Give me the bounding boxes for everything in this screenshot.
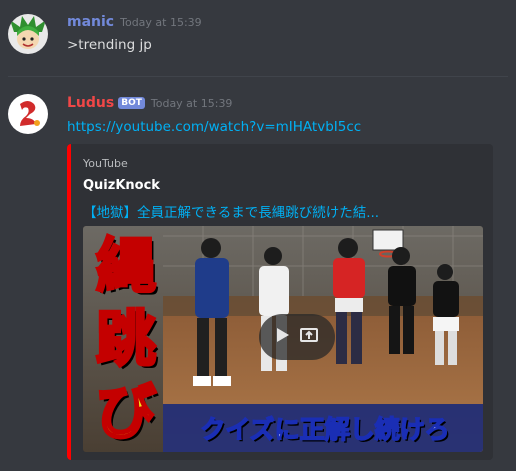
bot-badge: BOT	[118, 97, 145, 109]
message-manic: manic Today at 15:39 >trending jp	[0, 0, 516, 76]
username-text[interactable]: Ludus	[67, 95, 114, 111]
username[interactable]: Ludus BOT Today at 15:39	[67, 95, 232, 111]
message-link-line: https://youtube.com/watch?v=mIHAtvbI5cc	[67, 119, 361, 135]
side-char-2: 跳	[95, 304, 158, 377]
thumbnail-side-text: 縄 跳 び	[89, 231, 163, 450]
username[interactable]: manic Today at 15:39	[67, 14, 202, 30]
embed-title[interactable]: 【地獄】全員正解できるまで長縄跳び続けた結...	[83, 201, 483, 221]
side-char-3: び	[95, 377, 158, 450]
video-thumbnail[interactable]: 縄 跳 び クイズに正解し続けろ	[83, 226, 483, 452]
message-text: >trending jp	[67, 37, 152, 53]
youtube-link[interactable]: https://youtube.com/watch?v=mIHAtvbI5cc	[67, 119, 361, 135]
avatar[interactable]	[8, 94, 48, 134]
avatar[interactable]	[8, 14, 48, 54]
embed-author[interactable]: QuizKnock	[83, 178, 160, 193]
timestamp: Today at 15:39	[120, 16, 202, 29]
share-icon[interactable]	[300, 327, 318, 347]
username-text[interactable]: manic	[67, 14, 114, 30]
embed-accent-bar	[67, 144, 71, 460]
side-char-1: 縄	[95, 231, 158, 304]
timestamp: Today at 15:39	[150, 97, 233, 110]
play-button[interactable]	[259, 314, 335, 360]
thumbnail-caption: クイズに正解し続けろ	[200, 414, 451, 445]
youtube-embed: YouTube QuizKnock 【地獄】全員正解できるまで長縄跳び続けた結.…	[67, 144, 493, 460]
play-icon[interactable]	[276, 327, 290, 347]
embed-provider[interactable]: YouTube	[83, 157, 128, 170]
